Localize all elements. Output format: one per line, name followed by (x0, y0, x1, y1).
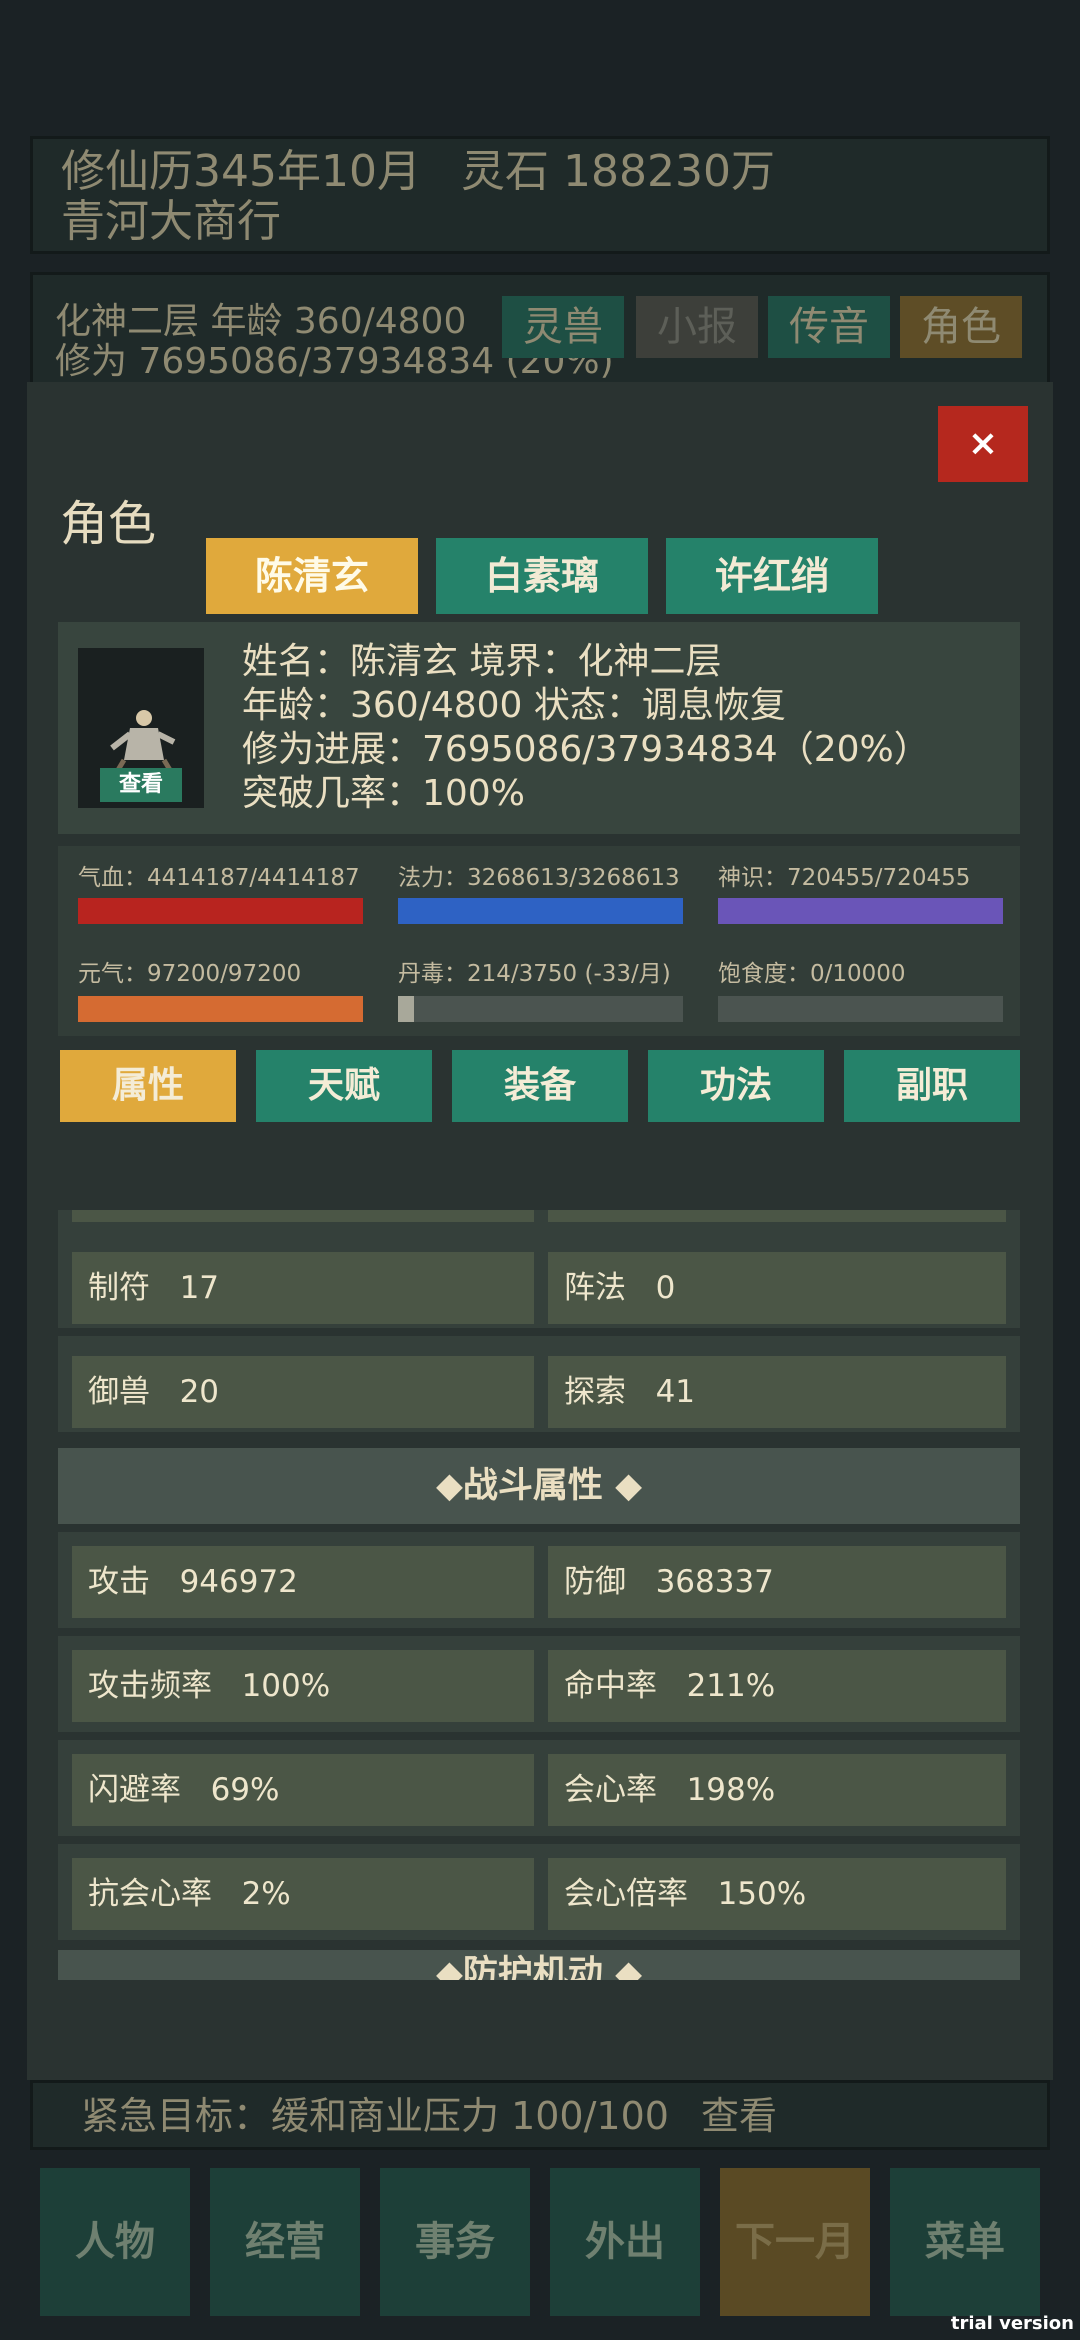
stat-attack: 攻击 946972 (72, 1546, 534, 1618)
info-name-realm: 姓名：陈清玄 境界：化神二层 (242, 641, 722, 682)
combat-attributes-header: ◆战斗属性 ◆ (58, 1448, 1020, 1524)
tab-character-chen[interactable]: 陈清玄 (206, 538, 418, 614)
hp-bar-fill (78, 898, 363, 924)
tab-talents[interactable]: 天赋 (256, 1050, 432, 1122)
pill-toxicity-bar-fill (398, 996, 415, 1022)
tab-side-jobs[interactable]: 副职 (844, 1050, 1020, 1122)
stat-crit-resist: 抗会心率 2% (72, 1858, 534, 1930)
stat-crit-rate: 会心率 198% (548, 1754, 1006, 1826)
hp-bar (78, 898, 363, 924)
trial-watermark: trial version (950, 2313, 1074, 2334)
vitality-bar (78, 996, 363, 1022)
stat-crit-multiplier: 会心倍率 150% (548, 1858, 1006, 1930)
bg-role-button[interactable]: 角色 (900, 296, 1022, 358)
bg-spirit-stone: 灵石 188230万 (461, 146, 775, 197)
modal-title: 角色 (60, 496, 157, 552)
spirit-sense-bar (718, 898, 1003, 924)
protection-mobility-header: ◆防护机动 ◆ (58, 1950, 1020, 1980)
vitality-bar-fill (78, 996, 363, 1022)
nav-outing-button[interactable]: 外出 (550, 2168, 700, 2316)
mana-bar-fill (398, 898, 683, 924)
pill-toxicity-label: 丹毒：214/3750 (-33/月) (398, 961, 671, 987)
stat-dodge-rate: 闪避率 69% (72, 1754, 534, 1826)
mana-label: 法力：3268613/3268613 (398, 865, 680, 891)
view-avatar-button[interactable]: 查看 (100, 768, 182, 802)
hp-label: 气血：4414187/4414187 (78, 865, 360, 891)
stat-formation: 阵法 0 (548, 1252, 1006, 1324)
info-breakthrough: 突破几率：100% (242, 773, 525, 814)
stat-exploration: 探索 41 (548, 1356, 1006, 1428)
vitality-label: 元气：97200/97200 (78, 961, 302, 987)
spirit-sense-bar-fill (718, 898, 1003, 924)
tab-attributes[interactable]: 属性 (60, 1050, 236, 1122)
bg-shop-name: 青河大商行 (61, 196, 281, 247)
satiety-label: 饱食度：0/10000 (718, 961, 906, 987)
nav-affairs-button[interactable]: 事务 (380, 2168, 530, 2316)
tab-equipment[interactable]: 装备 (452, 1050, 628, 1122)
bg-news-button[interactable]: 小报 (636, 296, 758, 358)
stat-talisman: 制符 17 (72, 1252, 534, 1324)
bg-date: 修仙历345年10月 (61, 146, 421, 197)
pill-toxicity-bar (398, 996, 683, 1022)
status-bar (0, 0, 1080, 36)
tab-character-xu[interactable]: 许红绡 (666, 538, 878, 614)
stat-attack-speed: 攻击频率 100% (72, 1650, 534, 1722)
mana-bar (398, 898, 683, 924)
attributes-scroll-area[interactable]: 制符 17 阵法 0 御兽 20 探索 41 ◆战斗属性 ◆ 攻击 946972… (58, 1210, 1020, 1980)
bg-urgent-goal: 紧急目标：缓和商业压力 100/100 (81, 2094, 669, 2138)
tab-character-bai[interactable]: 白素璃 (436, 538, 648, 614)
nav-business-button[interactable]: 经营 (210, 2168, 360, 2316)
stat-beast-taming: 御兽 20 (72, 1356, 534, 1428)
info-age-status: 年龄：360/4800 状态：调息恢复 (242, 685, 786, 726)
tab-techniques[interactable]: 功法 (648, 1050, 824, 1122)
bg-message-button[interactable]: 传音 (768, 296, 890, 358)
nav-menu-button[interactable]: 菜单 (890, 2168, 1040, 2316)
satiety-bar (718, 996, 1003, 1022)
bg-header-panel: 修仙历345年10月 灵石 188230万 青河大商行 (30, 136, 1050, 254)
info-progress: 修为进展：7695086/37934834（20%） (242, 729, 930, 770)
nav-character-button[interactable]: 人物 (40, 2168, 190, 2316)
stat-defense: 防御 368337 (548, 1546, 1006, 1618)
spirit-sense-label: 神识：720455/720455 (718, 865, 971, 891)
nav-next-month-button[interactable]: 下一月 (720, 2168, 870, 2316)
stat-hit-rate: 命中率 211% (548, 1650, 1006, 1722)
close-button[interactable]: × (938, 406, 1028, 482)
bg-urgent-view-link[interactable]: 查看 (701, 2091, 777, 2141)
bg-pet-button[interactable]: 灵兽 (502, 296, 624, 358)
bg-urgent-goal-panel: 紧急目标：缓和商业压力 100/100 查看 (30, 2080, 1050, 2150)
